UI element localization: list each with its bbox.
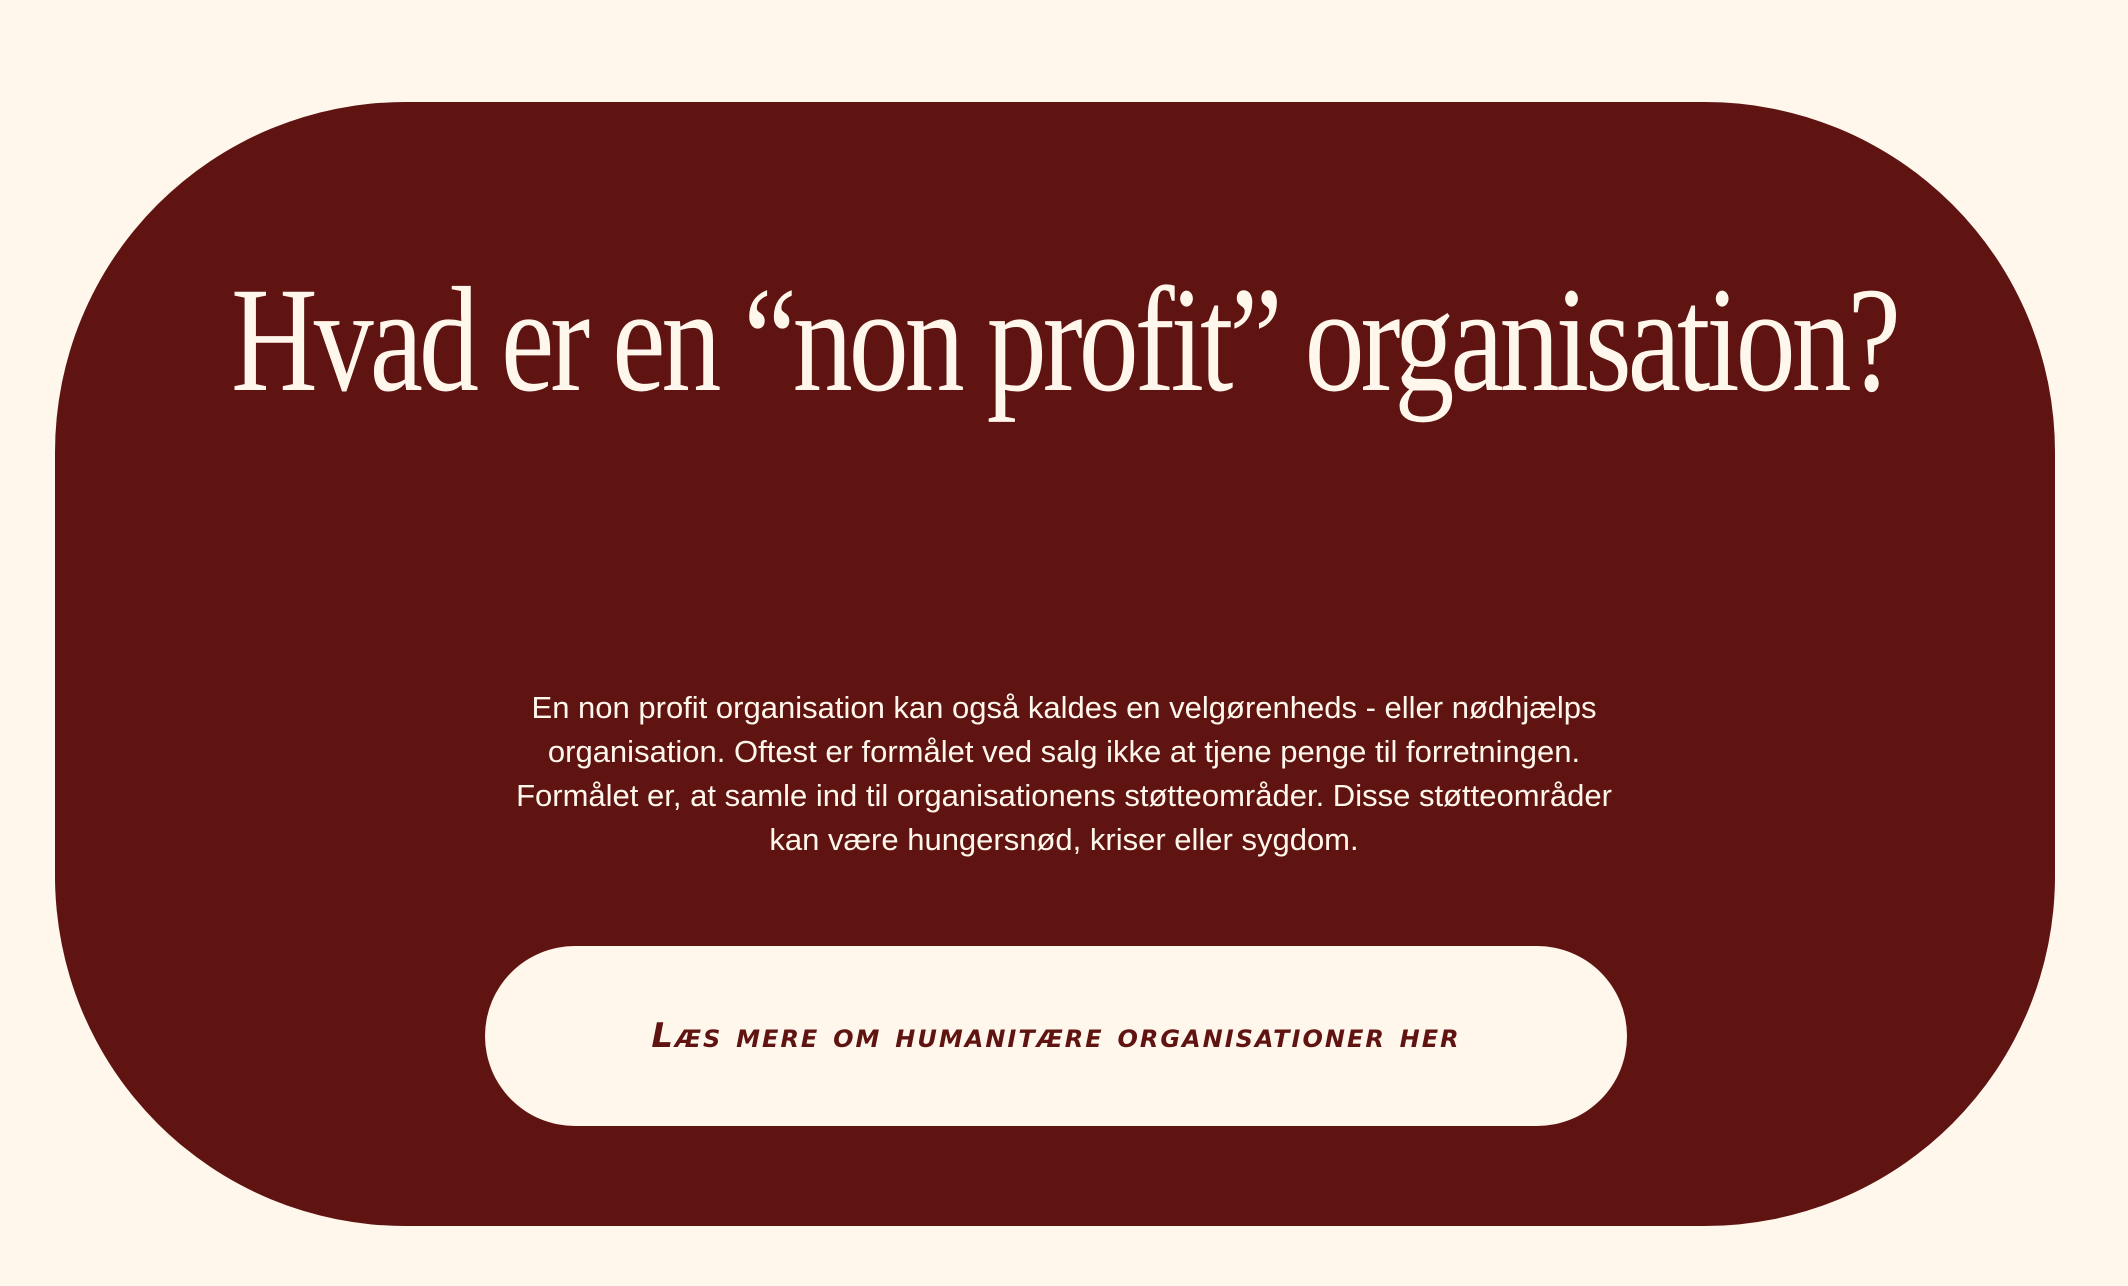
section-title: Hvad er en “non profit” organisation? <box>231 257 1901 423</box>
read-more-label: Læs mere om humanitære organisationer he… <box>651 1016 1461 1056</box>
read-more-button[interactable]: Læs mere om humanitære organisationer he… <box>485 946 1627 1126</box>
section-description: En non profit organisation kan også kald… <box>516 690 1612 857</box>
